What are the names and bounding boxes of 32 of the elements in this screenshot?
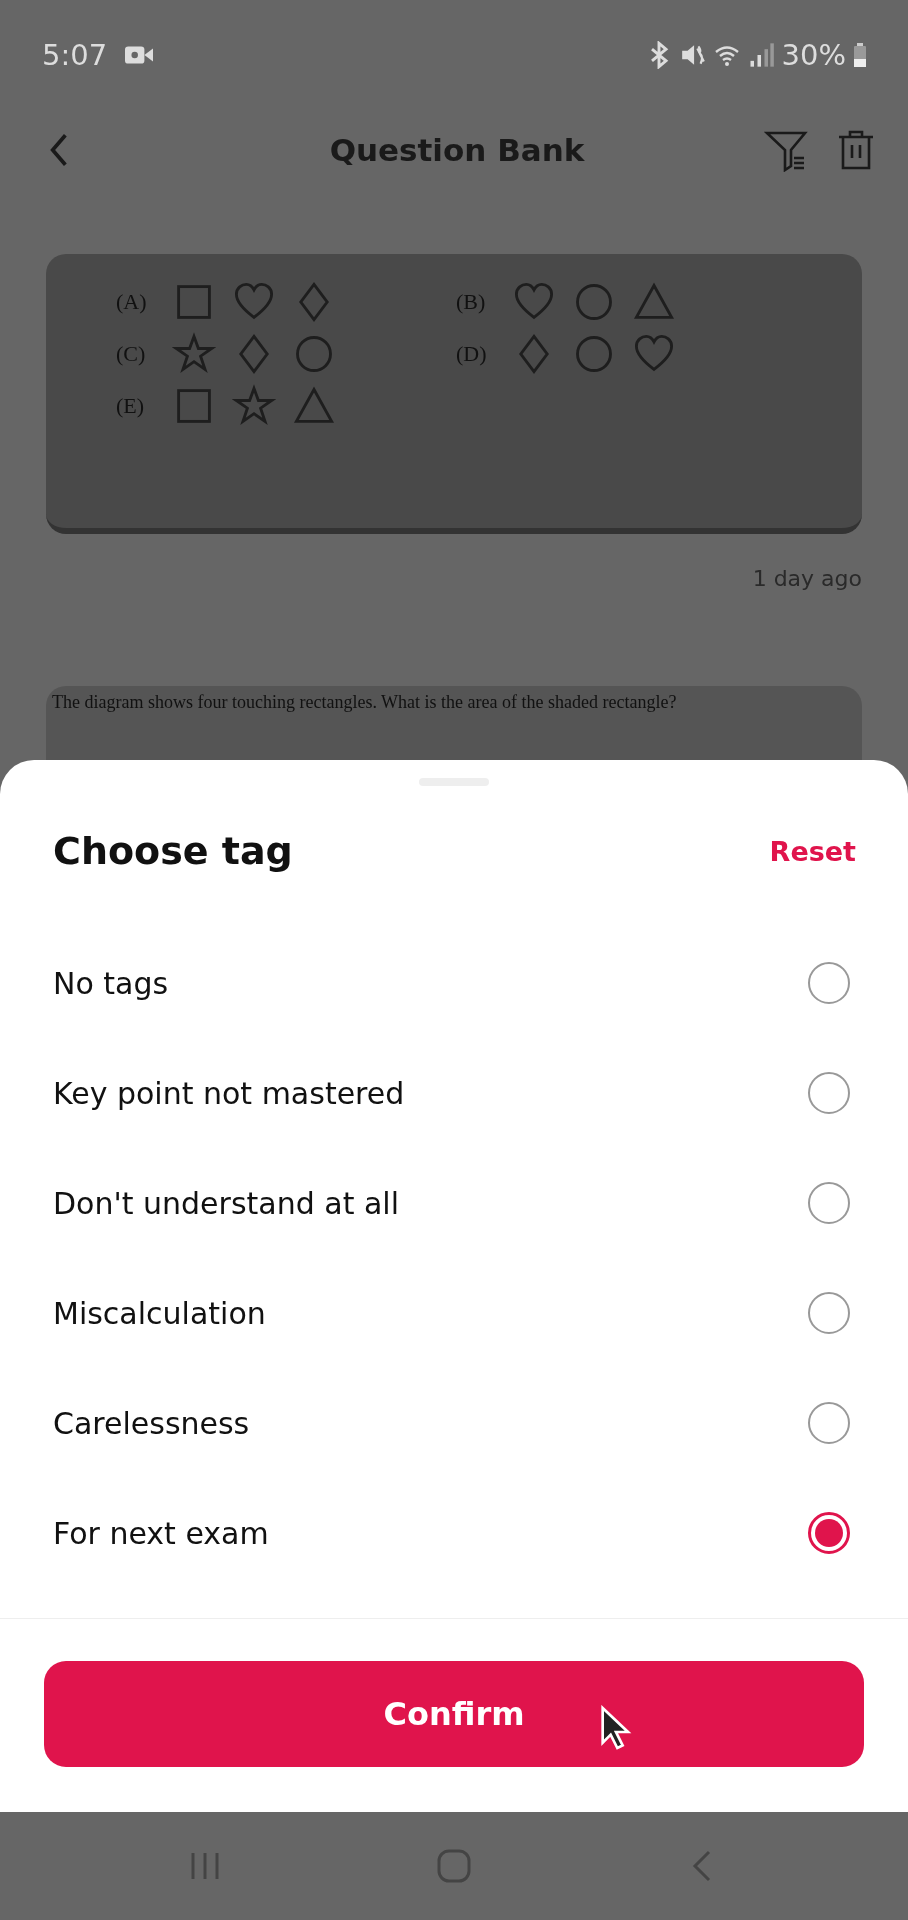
star-icon [232, 384, 276, 428]
tag-option[interactable]: No tags [53, 965, 169, 1001]
radio-button[interactable] [808, 1512, 850, 1554]
reset-button[interactable]: Reset [769, 835, 856, 867]
tag-option[interactable]: For next exam [53, 1515, 269, 1551]
radio-button[interactable] [808, 1292, 850, 1334]
option-label: (A) [116, 289, 148, 315]
radio-button[interactable] [808, 1402, 850, 1444]
sheet-title: Choose tag [53, 829, 293, 873]
star-icon [172, 332, 216, 376]
question-text: The diagram shows four touching rectangles. What is the area of the shaded rectangle? [52, 692, 677, 712]
tag-option[interactable]: Don't understand at all [53, 1185, 399, 1221]
status-time: 5:07 [42, 38, 108, 72]
tag-option[interactable]: Carelessness [53, 1405, 250, 1441]
radio-button[interactable] [808, 1072, 850, 1114]
tag-option[interactable]: Miscalculation [53, 1295, 266, 1331]
timestamp: 1 day ago [751, 565, 862, 593]
video-camera-icon [125, 45, 154, 65]
tag-option[interactable]: Key point not mastered [53, 1075, 405, 1111]
option-label: (B) [456, 289, 487, 315]
radio-button[interactable] [808, 1182, 850, 1224]
radio-button[interactable] [808, 962, 850, 1004]
page-title: Question Bank [328, 132, 586, 168]
option-label: (C) [116, 341, 147, 367]
battery-percent: 30% [781, 38, 846, 72]
battery-icon [854, 43, 866, 67]
home-icon[interactable] [436, 1848, 472, 1884]
mouse-cursor-icon [600, 1705, 632, 1751]
option-label: (D) [456, 341, 488, 367]
confirm-button[interactable]: Confirm [44, 1661, 864, 1767]
back-icon[interactable] [48, 132, 70, 168]
option-label: (E) [116, 393, 146, 419]
